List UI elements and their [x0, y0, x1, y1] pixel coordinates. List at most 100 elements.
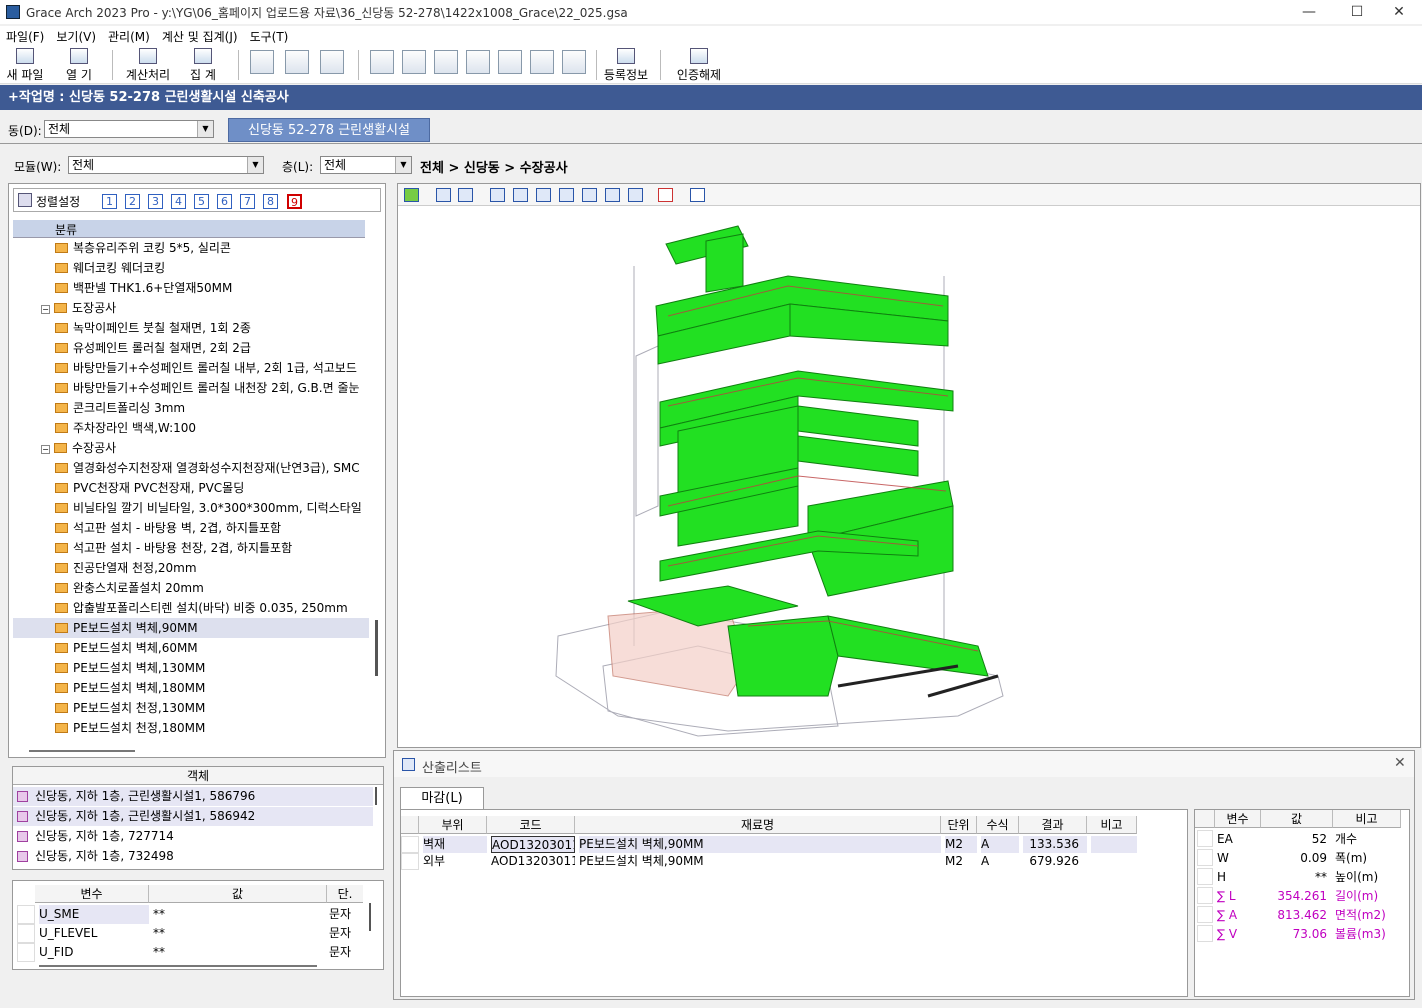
- dong-tab[interactable]: 신당동 52-278 근린생활시설: [228, 118, 430, 142]
- menu-calc[interactable]: 계산 및 집계(J): [156, 28, 244, 45]
- dong-select[interactable]: 전체 ▼: [44, 120, 214, 138]
- output-cell-code[interactable]: AOD132030115: [491, 836, 575, 853]
- row-header[interactable]: [17, 905, 35, 924]
- sort-level-6[interactable]: 6: [217, 194, 232, 209]
- orbit-icon[interactable]: [436, 188, 451, 202]
- search-icon[interactable]: [285, 50, 309, 74]
- tree-item[interactable]: 웨더코킹 웨더코킹: [13, 258, 369, 278]
- edit-icon[interactable]: [498, 50, 522, 74]
- menu-file[interactable]: 파일(F): [0, 28, 50, 45]
- menu-view[interactable]: 보기(V): [50, 28, 102, 45]
- row-header[interactable]: [17, 943, 35, 962]
- output-cell-part[interactable]: 벽재: [423, 836, 487, 853]
- output-cell-result[interactable]: 679.926: [1023, 853, 1087, 870]
- view-back-icon[interactable]: [513, 188, 528, 202]
- terrain-icon[interactable]: [690, 188, 705, 202]
- sum-button[interactable]: 집 계: [182, 48, 224, 82]
- tree-item[interactable]: PE보드설치 벽체,90MM: [13, 618, 369, 638]
- zoom-icon[interactable]: [250, 50, 274, 74]
- tree-item[interactable]: 녹막이페인트 붓칠 철재면, 1회 2종: [13, 318, 369, 338]
- var-hscrollbar[interactable]: [39, 965, 317, 967]
- object-row[interactable]: 신당동, 지하 1층, 732498: [13, 847, 373, 866]
- object-scrollbar[interactable]: [375, 787, 377, 805]
- output-cell-unit[interactable]: M2: [945, 836, 977, 853]
- object-row[interactable]: 신당동, 지하 1층, 근린생활시설1, 586796: [13, 787, 373, 806]
- sort-settings-button[interactable]: 정렬설정: [36, 193, 80, 210]
- tree-item[interactable]: 완충스치로폴설치 20mm: [13, 578, 369, 598]
- output-cell-note[interactable]: [1091, 853, 1137, 870]
- find-icon[interactable]: [320, 50, 344, 74]
- row-header[interactable]: [1197, 868, 1213, 885]
- tree-item[interactable]: 바탕만들기+수성페인트 롤러칠 내천장 2회, G.B.면 줄눈: [13, 378, 369, 398]
- view-iso-icon[interactable]: [628, 188, 643, 202]
- tree-item[interactable]: − 수장공사: [13, 438, 369, 458]
- tree-item[interactable]: 열경화성수지천장재 열경화성수지천장재(난연3급), SMC: [13, 458, 369, 478]
- output-cell-formula[interactable]: A: [981, 836, 1019, 853]
- tree-item[interactable]: 압출발포폴리스티렌 설치(바닥) 비중 0.035, 250mm: [13, 598, 369, 618]
- var-value[interactable]: **: [153, 943, 323, 962]
- tree-item[interactable]: 유성페인트 롤러칠 철재면, 2회 2급: [13, 338, 369, 358]
- tree-item[interactable]: 바탕만들기+수성페인트 롤러칠 내부, 2회 1급, 석고보드: [13, 358, 369, 378]
- view-left-icon[interactable]: [536, 188, 551, 202]
- tree-item[interactable]: 콘크리트폴리싱 3mm: [13, 398, 369, 418]
- module-select[interactable]: 전체 ▼: [68, 156, 264, 174]
- prop-value[interactable]: 354.261: [1261, 887, 1327, 906]
- window-icon[interactable]: [370, 50, 394, 74]
- output-cell-result[interactable]: 133.536: [1023, 836, 1087, 853]
- grid-icon[interactable]: [562, 50, 586, 74]
- var-value[interactable]: **: [153, 924, 323, 943]
- tree-hscrollbar[interactable]: [29, 750, 135, 752]
- floor-select[interactable]: 전체 ▼: [320, 156, 412, 174]
- wall-icon[interactable]: [466, 50, 490, 74]
- prop-value[interactable]: 73.06: [1261, 925, 1327, 944]
- tree-item[interactable]: PE보드설치 천정,180MM: [13, 718, 369, 738]
- output-cell-material[interactable]: PE보드설치 벽체,90MM: [579, 853, 941, 870]
- sort-level-4[interactable]: 4: [171, 194, 186, 209]
- list-icon[interactable]: [658, 188, 673, 202]
- 3d-view-panel[interactable]: [397, 183, 1421, 748]
- var-name[interactable]: U_FID: [39, 943, 149, 962]
- row-header[interactable]: [1197, 849, 1213, 866]
- tree-scrollbar[interactable]: [375, 620, 378, 676]
- tree-item[interactable]: PVC천장재 PVC천장재, PVC몰딩: [13, 478, 369, 498]
- render-icon[interactable]: [404, 188, 419, 202]
- tree-item[interactable]: 석고판 설치 - 바탕용 벽, 2겹, 하지틀포함: [13, 518, 369, 538]
- sort-level-2[interactable]: 2: [125, 194, 140, 209]
- row-header[interactable]: [1197, 925, 1213, 942]
- menu-manage[interactable]: 관리(M): [102, 28, 156, 45]
- sort-level-5[interactable]: 5: [194, 194, 209, 209]
- tree-item[interactable]: 비닐타일 깔기 비닐타일, 3.0*300*300mm, 디럭스타일: [13, 498, 369, 518]
- collapse-icon[interactable]: −: [41, 445, 50, 454]
- sort-level-9[interactable]: 9: [287, 194, 302, 209]
- output-cell-unit[interactable]: M2: [945, 853, 977, 870]
- collapse-icon[interactable]: −: [41, 305, 50, 314]
- menu-tools[interactable]: 도구(T): [244, 28, 295, 45]
- var-value[interactable]: **: [153, 905, 323, 924]
- tree-item[interactable]: 복층유리주위 코킹 5*5, 실리콘: [13, 238, 369, 258]
- output-cell-note[interactable]: [1091, 836, 1137, 853]
- var-scrollbar[interactable]: [369, 903, 371, 931]
- view-top-icon[interactable]: [582, 188, 597, 202]
- close-icon[interactable]: ✕: [1394, 755, 1406, 771]
- prop-value[interactable]: 52: [1261, 830, 1327, 849]
- column-icon[interactable]: [402, 50, 426, 74]
- object-row[interactable]: 신당동, 지하 1층, 근린생활시설1, 586942: [13, 807, 373, 826]
- register-info-button[interactable]: 등록정보: [600, 48, 652, 82]
- sort-level-7[interactable]: 7: [240, 194, 255, 209]
- beam-icon[interactable]: [434, 50, 458, 74]
- tree-item[interactable]: 진공단열재 천정,20mm: [13, 558, 369, 578]
- view-bottom-icon[interactable]: [605, 188, 620, 202]
- tree-item[interactable]: 주차장라인 백색,W:100: [13, 418, 369, 438]
- output-cell-part[interactable]: 외부: [423, 853, 487, 870]
- var-name[interactable]: U_FLEVEL: [39, 924, 149, 943]
- tree-item[interactable]: PE보드설치 천정,130MM: [13, 698, 369, 718]
- stair-icon[interactable]: [530, 50, 554, 74]
- prop-value[interactable]: 813.462: [1261, 906, 1327, 925]
- tree-item[interactable]: 석고판 설치 - 바탕용 천장, 2겹, 하지틀포함: [13, 538, 369, 558]
- tree-item[interactable]: − 도장공사: [13, 298, 369, 318]
- prop-value[interactable]: **: [1261, 868, 1327, 887]
- prop-value[interactable]: 0.09: [1261, 849, 1327, 868]
- building-3d-model[interactable]: [398, 206, 1420, 746]
- tree-item[interactable]: PE보드설치 벽체,180MM: [13, 678, 369, 698]
- view-front-icon[interactable]: [490, 188, 505, 202]
